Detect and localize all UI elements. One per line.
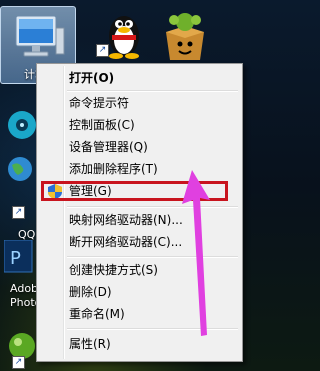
computer-icon[interactable]: [10, 12, 66, 66]
menu-item-create-shortcut[interactable]: 创建快捷方式(S): [69, 261, 158, 279]
photoshop-label: Adob Photo: [10, 282, 36, 309]
menu-item-delete[interactable]: 删除(D): [69, 283, 112, 301]
svg-text:P: P: [10, 248, 21, 269]
menu-item-disconnect-network-drive[interactable]: 断开网络驱动器(C)...: [69, 233, 182, 251]
menu-item-rename[interactable]: 重命名(M): [69, 305, 125, 323]
menu-item-add-remove-programs[interactable]: 添加删除程序(T): [69, 160, 158, 178]
shortcut-arrow-icon: ↗: [12, 356, 25, 369]
menu-item-device-manager[interactable]: 设备管理器(Q): [69, 138, 148, 156]
photoshop-icon[interactable]: P: [3, 239, 34, 278]
media-player-icon[interactable]: [8, 105, 38, 149]
menu-item-command-prompt[interactable]: 命令提示符: [69, 94, 129, 112]
box-character-icon[interactable]: [160, 10, 210, 66]
menu-separator: [67, 90, 238, 92]
shortcut-arrow-icon: ↗: [96, 44, 109, 57]
annotation-arrow-icon: [182, 170, 210, 336]
menu-gutter: [63, 66, 65, 359]
menu-item-open[interactable]: 打开(O): [69, 69, 114, 87]
globe-icon[interactable]: [6, 155, 36, 195]
shortcut-arrow-icon: ↗: [12, 206, 25, 219]
menu-item-properties[interactable]: 属性(R): [69, 335, 111, 353]
qq-penguin-icon[interactable]: [104, 8, 144, 64]
menu-item-map-network-drive[interactable]: 映射网络驱动器(N)...: [69, 211, 183, 229]
menu-item-control-panel[interactable]: 控制面板(C): [69, 116, 135, 134]
